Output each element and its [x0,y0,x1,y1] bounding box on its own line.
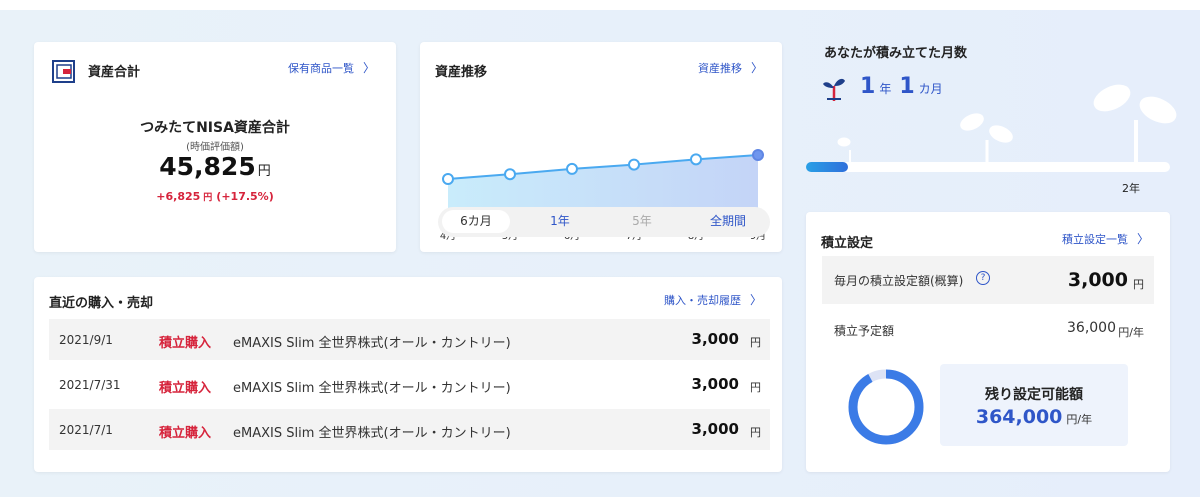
chevron-right-icon: 〉 [750,293,763,307]
trend-point[interactable] [752,149,764,161]
tab-5-years[interactable]: 5年 [610,210,674,233]
months-progress-fill [806,162,848,172]
monthly-setting-unit: 円 [1133,278,1144,291]
remaining-amount-box: 残り設定可能額 364,000 円/年 [940,364,1128,446]
asset-gain: +6,825 円 (+17.5%) [156,190,274,203]
settings-list-link[interactable]: 積立設定一覧〉 [1062,230,1149,247]
transaction-history-link[interactable]: 購入・売却履歴〉 [664,291,762,308]
chevron-right-icon: 〉 [1137,232,1150,246]
table-row[interactable]: 2021/9/1 積立購入 eMAXIS Slim 全世界株式(オール・カントリ… [49,319,770,360]
help-icon[interactable]: ? [976,271,990,285]
monthly-setting-row: 毎月の積立設定額(概算) ? 3,000 円 [822,256,1154,304]
valuation-note: (時価評価額) [186,142,244,153]
months-accumulated-panel: あなたが積み立てた月数 1 年 1 カ月 2年 [806,30,1186,200]
asset-total-card: 資産合計 保有商品一覧〉 つみたてNISA資産合計 (時価評価額) 45,825… [34,42,396,252]
tab-1-year[interactable]: 1年 [528,210,592,233]
trend-point[interactable] [504,168,516,181]
recent-transactions-card: 直近の購入・売却 購入・売却履歴〉 2021/9/1 積立購入 eMAXIS S… [34,277,782,472]
months-progress-track [806,162,1170,172]
planned-amount: 36,000 [1067,320,1116,336]
trend-point[interactable] [628,158,640,171]
asset-trend-link[interactable]: 資産推移〉 [698,59,763,76]
trend-point[interactable] [566,162,578,175]
accumulation-settings-card: 積立設定 積立設定一覧〉 毎月の積立設定額(概算) ? 3,000 円 積立予定… [806,212,1170,472]
tree-illustration [837,84,1177,165]
monthly-setting-label: 毎月の積立設定額(概算) [834,274,964,288]
top-bar [0,0,1200,10]
asset-trend-card: 資産推移 資産推移〉 4月5月6月7月8月9月 6カ月 1年 5年 全期間 [420,42,782,252]
tab-all-period[interactable]: 全期間 [692,210,764,233]
planned-unit: 円/年 [1118,326,1144,339]
chevron-right-icon: 〉 [751,61,764,75]
scale-label-2-years: 2年 [1122,182,1140,195]
chevron-right-icon: 〉 [363,61,376,75]
asset-amount: 45,825 円 [159,152,271,181]
remaining-amount: 364,000 円/年 [975,406,1093,428]
trend-point[interactable] [690,153,702,166]
remaining-label: 残り設定可能額 [985,387,1083,403]
table-row[interactable]: 2021/7/31 積立購入 eMAXIS Slim 全世界株式(オール・カント… [49,364,770,405]
trend-point[interactable] [442,173,454,185]
asset-trend-title: 資産推移 [435,65,488,80]
recent-transactions-title: 直近の購入・売却 [49,296,154,311]
remaining-donut-chart [848,369,924,445]
months-title: あなたが積み立てた月数 [824,46,968,61]
holdings-list-link[interactable]: 保有商品一覧〉 [288,59,375,76]
asset-total-title: 資産合計 [88,65,141,80]
settings-title: 積立設定 [821,236,874,251]
planned-label: 積立予定額 [834,324,895,338]
period-selector: 6カ月 1年 5年 全期間 [438,207,770,237]
table-row[interactable]: 2021/7/1 積立購入 eMAXIS Slim 全世界株式(オール・カントリ… [49,409,770,450]
nisa-total-label: つみたてNISA資産合計 [140,120,290,136]
monthly-setting-amount: 3,000 [1067,269,1128,291]
tab-6-months[interactable]: 6カ月 [442,210,510,233]
wallet-icon [52,60,75,83]
